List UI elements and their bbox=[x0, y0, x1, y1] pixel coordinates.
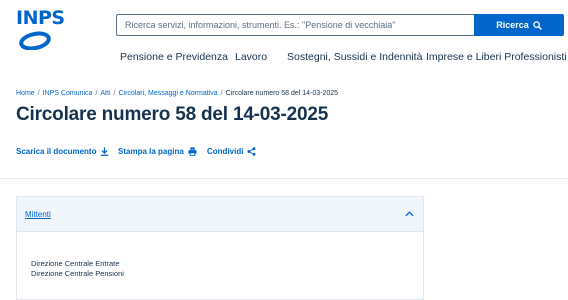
accordion-title[interactable]: Mittenti bbox=[25, 210, 51, 219]
page-title: Circolare numero 58 del 14-03-2025 bbox=[16, 104, 329, 125]
sender-item: Direzione Centrale Entrate bbox=[31, 259, 120, 268]
logo-text: INPS bbox=[16, 7, 65, 29]
download-button[interactable]: Scarica il documento bbox=[16, 147, 109, 156]
download-label: Scarica il documento bbox=[16, 147, 97, 156]
search-icon bbox=[533, 20, 542, 30]
accordion-body: Direzione Centrale Entrate Direzione Cen… bbox=[17, 232, 423, 279]
breadcrumb-separator: / bbox=[113, 90, 116, 97]
breadcrumb-circolari[interactable]: Circolari, Messaggi e Normativa bbox=[118, 90, 217, 97]
chevron-up-icon[interactable] bbox=[405, 211, 414, 217]
document-actions: Scarica il documento Stampa la pagina Co… bbox=[16, 147, 276, 159]
sender-item: Direzione Centrale Pensioni bbox=[31, 269, 124, 278]
breadcrumb-current: Circolare numero 58 del 14-03-2025 bbox=[225, 90, 339, 97]
nav-item-sostegni[interactable]: Sostegni, Sussidi e Indennità bbox=[287, 51, 422, 63]
search-bar: Ricerca servizi, informazioni, strumenti… bbox=[116, 14, 564, 36]
breadcrumb-separator: / bbox=[95, 90, 98, 97]
print-button[interactable]: Stampa la pagina bbox=[118, 147, 197, 156]
search-input[interactable]: Ricerca servizi, informazioni, strumenti… bbox=[116, 14, 474, 36]
share-label: Condividi bbox=[207, 147, 244, 156]
accordion-header[interactable]: Mittenti bbox=[17, 197, 423, 232]
mittenti-accordion: Mittenti Direzione Centrale Entrate Dire… bbox=[16, 196, 424, 300]
search-button-label: Ricerca bbox=[496, 20, 529, 30]
share-button[interactable]: Condividi bbox=[207, 147, 256, 156]
nav-item-lavoro[interactable]: Lavoro bbox=[235, 51, 267, 63]
print-icon bbox=[188, 147, 197, 156]
breadcrumb-home[interactable]: Home bbox=[16, 90, 35, 97]
download-icon bbox=[101, 147, 109, 156]
breadcrumb: Home / INPS Comunica / Atti / Circolari, Messa… bbox=[16, 90, 338, 97]
nav-item-imprese[interactable]: Imprese e Liberi Professionisti bbox=[426, 51, 567, 63]
share-icon bbox=[247, 147, 256, 156]
logo-ring-icon bbox=[19, 31, 51, 50]
nav-item-pensione[interactable]: Pensione e Previdenza bbox=[120, 51, 228, 63]
search-button[interactable]: Ricerca bbox=[474, 14, 564, 36]
main-navigation: Pensione e Previdenza Lavoro Sostegni, S… bbox=[0, 51, 568, 65]
print-label: Stampa la pagina bbox=[118, 147, 184, 156]
breadcrumb-separator: / bbox=[220, 90, 223, 97]
section-divider bbox=[0, 178, 568, 179]
breadcrumb-inps-comunica[interactable]: INPS Comunica bbox=[43, 90, 93, 97]
breadcrumb-atti[interactable]: Atti bbox=[100, 90, 110, 97]
breadcrumb-separator: / bbox=[37, 90, 40, 97]
